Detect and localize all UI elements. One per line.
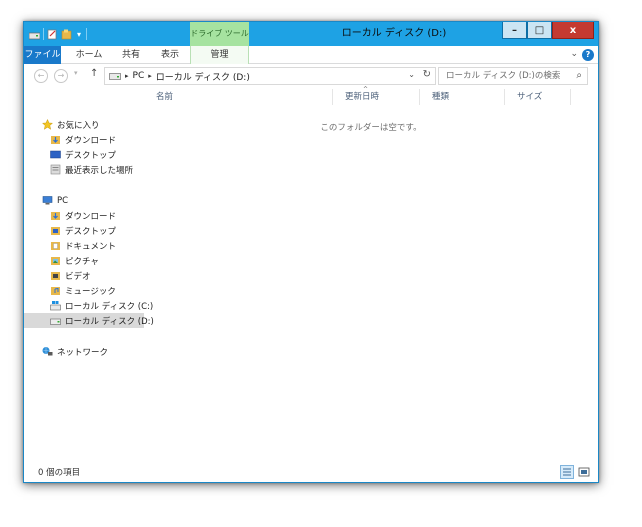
status-bar: 0 個の項目 [24, 462, 598, 482]
desktop-icon [50, 150, 61, 159]
drive-tools-context-label: ドライブ ツール [190, 22, 249, 46]
nav-label: ローカル ディスク (D:) [65, 316, 154, 327]
qat-customize-dropdown[interactable]: ▾ [75, 30, 83, 39]
maximize-icon: □ [534, 24, 545, 36]
nav-favorites[interactable]: お気に入り [42, 117, 100, 132]
qat-separator [86, 28, 87, 40]
tab-view[interactable]: 表示 [152, 46, 188, 64]
minimize-button[interactable]: – [502, 22, 527, 39]
search-placeholder: ローカル ディスク (D:)の検索 [446, 71, 561, 81]
nav-label: ローカル ディスク (C:) [65, 301, 154, 312]
nav-label: PC [57, 195, 69, 206]
minimize-icon: – [512, 24, 517, 36]
expand-ribbon-icon[interactable]: ⌄ [570, 49, 578, 59]
nav-pc-local-disk-c[interactable]: ローカル ディスク (C:) [50, 298, 153, 313]
nav-label: デスクトップ [65, 226, 117, 237]
drive-icon [109, 73, 121, 80]
tab-share[interactable]: 共有 [114, 46, 148, 64]
ribbon-tab-bar: ファイル ホーム 共有 表示 管理 ⌄ ? [24, 46, 598, 64]
caption-buttons: – □ x [502, 22, 594, 39]
item-count: 0 個の項目 [38, 468, 81, 478]
large-icons-view-icon [578, 467, 590, 477]
nav-label: ドキュメント [65, 241, 117, 252]
back-button[interactable]: ← [34, 69, 48, 83]
breadcrumb-pc[interactable]: PC [133, 71, 145, 81]
quick-access-toolbar: ▾ [29, 26, 87, 42]
column-header-size[interactable]: サイズ [505, 89, 571, 105]
qat-separator [43, 28, 44, 40]
documents-folder-icon [51, 242, 60, 250]
new-folder-icon[interactable] [61, 29, 72, 40]
network-icon [42, 347, 53, 356]
nav-pc-videos[interactable]: ビデオ [50, 268, 91, 283]
downloads-folder-icon [51, 136, 60, 144]
breadcrumb-local-disk-d[interactable]: ローカル ディスク (D:) [156, 70, 250, 83]
file-list-pane[interactable]: ^ 名前 更新日時 種類 サイズ このフォルダーは空です。 [144, 86, 598, 461]
nav-favorites-desktop[interactable]: デスクトップ [50, 147, 116, 162]
details-view-button[interactable] [560, 465, 574, 479]
large-icons-view-button[interactable] [577, 465, 591, 479]
maximize-button[interactable]: □ [527, 22, 552, 39]
computer-icon [42, 196, 53, 205]
nav-pc-local-disk-d[interactable]: ローカル ディスク (D:) [24, 313, 154, 328]
nav-label: ダウンロード [65, 211, 117, 222]
tab-manage[interactable]: 管理 [190, 46, 249, 64]
desktop-folder-icon [51, 227, 60, 235]
navigation-pane: お気に入り ダウンロード デスクトップ 最近表示した場所 PC ダウンロード デ… [24, 88, 154, 461]
nav-pc-documents[interactable]: ドキュメント [50, 238, 116, 253]
explorer-window: ▾ ドライブ ツール ローカル ディスク (D:) – □ x ファイル ホーム… [23, 21, 599, 483]
nav-label: デスクトップ [65, 150, 117, 161]
recent-places-icon [50, 164, 61, 175]
nav-label: ピクチャ [65, 256, 99, 267]
address-row: ← → ▾ ↑ ▸ PC ▸ ローカル ディスク (D:) ⌄ ↻ ローカル デ… [24, 64, 598, 88]
nav-label: 最近表示した場所 [65, 165, 134, 176]
up-button[interactable]: ↑ [90, 68, 98, 79]
nav-pc-music[interactable]: ミュージック [50, 283, 116, 298]
system-drive-icon [50, 301, 61, 311]
refresh-icon[interactable]: ↻ [423, 69, 431, 80]
address-bar[interactable]: ▸ PC ▸ ローカル ディスク (D:) ⌄ ↻ [104, 67, 436, 85]
forward-button[interactable]: → [54, 69, 68, 83]
properties-icon[interactable] [47, 29, 58, 40]
tab-home[interactable]: ホーム [69, 46, 109, 64]
nav-favorites-recent-places[interactable]: 最近表示した場所 [50, 162, 133, 177]
nav-label: ミュージック [65, 286, 116, 297]
videos-folder-icon [51, 272, 60, 280]
nav-pc[interactable]: PC [42, 193, 68, 208]
close-button[interactable]: x [552, 22, 594, 39]
recent-locations-dropdown[interactable]: ▾ [74, 69, 78, 77]
search-icon[interactable]: ⌕ [576, 68, 582, 84]
nav-pc-desktop[interactable]: デスクトップ [50, 223, 116, 238]
details-view-icon [563, 468, 571, 476]
tab-file[interactable]: ファイル [24, 46, 61, 64]
breadcrumb-chevron-icon[interactable]: ▸ [148, 72, 152, 80]
nav-label: ネットワーク [57, 347, 109, 358]
star-icon [42, 119, 53, 130]
help-icon[interactable]: ? [582, 49, 594, 61]
nav-label: ダウンロード [65, 135, 117, 146]
column-header-type[interactable]: 種類 [420, 89, 505, 105]
nav-favorites-downloads[interactable]: ダウンロード [50, 132, 116, 147]
breadcrumb-chevron-icon[interactable]: ▸ [125, 72, 129, 80]
address-history-dropdown-icon[interactable]: ⌄ [408, 70, 415, 79]
nav-pc-pictures[interactable]: ピクチャ [50, 253, 99, 268]
column-header-modified[interactable]: 更新日時 [333, 89, 420, 105]
window-title: ローカル ディスク (D:) [341, 28, 447, 39]
search-input[interactable]: ローカル ディスク (D:)の検索 ⌕ [438, 67, 588, 85]
drive-icon [50, 318, 61, 325]
pictures-folder-icon [51, 257, 60, 265]
nav-label: ビデオ [65, 271, 91, 282]
column-header-name[interactable]: 名前 [144, 89, 333, 105]
empty-folder-message: このフォルダーは空です。 [320, 123, 422, 133]
nav-network[interactable]: ネットワーク [42, 344, 108, 359]
title-bar[interactable]: ▾ ドライブ ツール ローカル ディスク (D:) – □ x [24, 22, 598, 46]
music-folder-icon [51, 287, 60, 295]
close-icon: x [569, 24, 577, 36]
downloads-folder-icon [51, 212, 60, 220]
drive-icon[interactable] [29, 29, 40, 40]
nav-pc-downloads[interactable]: ダウンロード [50, 208, 116, 223]
nav-label: お気に入り [57, 120, 100, 131]
